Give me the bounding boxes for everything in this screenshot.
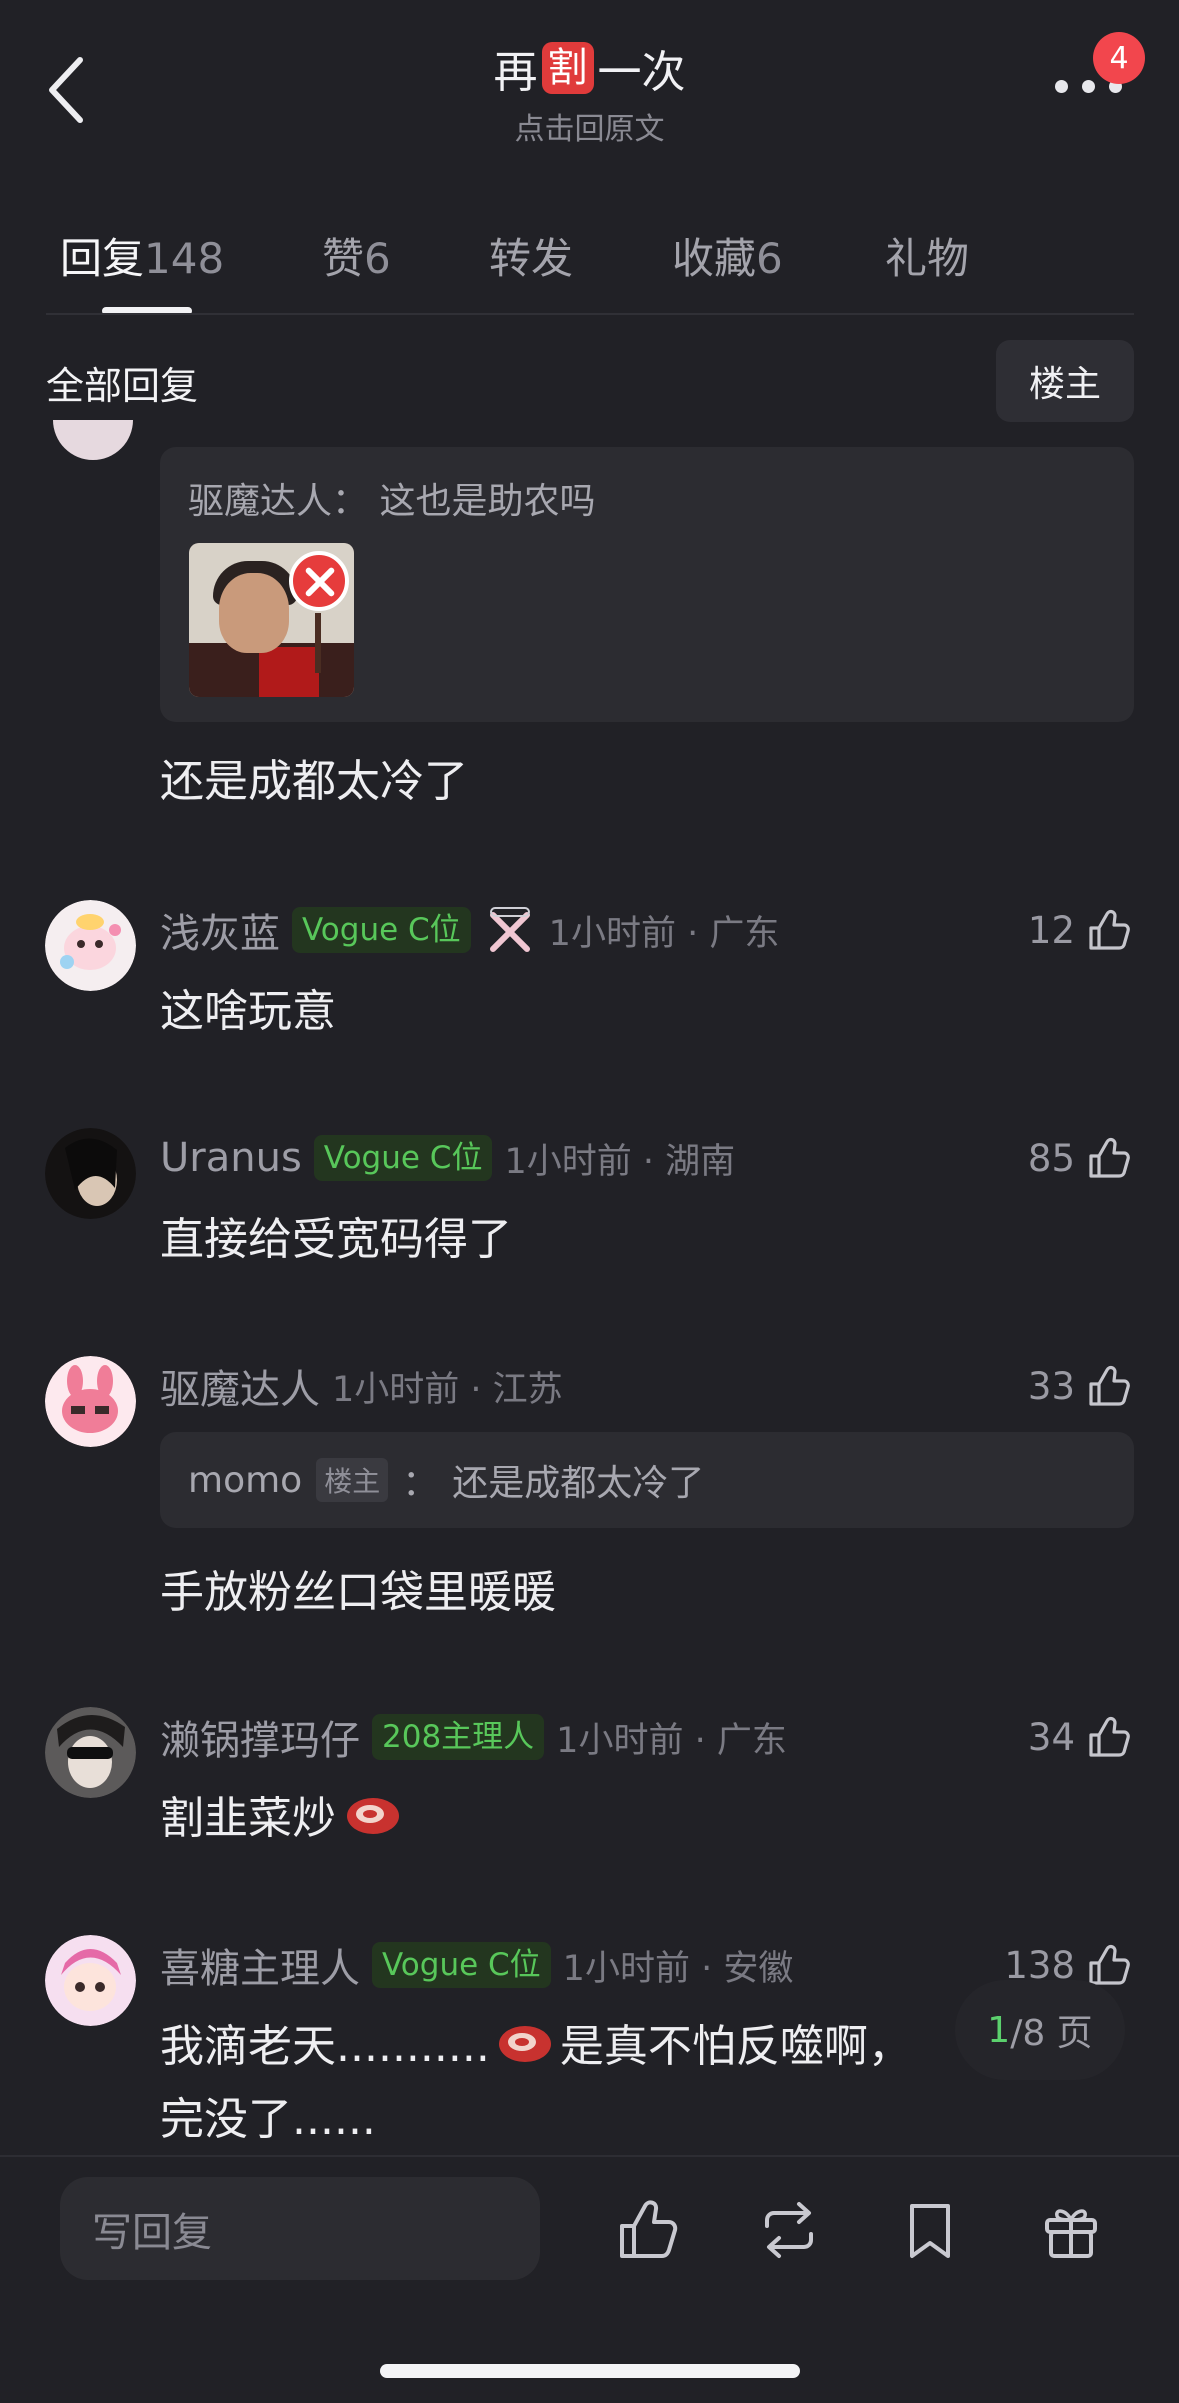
- tab-count: 6: [756, 234, 783, 283]
- username[interactable]: 喜糖主理人: [160, 1936, 360, 1994]
- tab-count: 6: [364, 234, 391, 283]
- quoted-author: 驱魔达人: [188, 481, 333, 522]
- reply-input[interactable]: 写回复: [60, 2177, 540, 2280]
- quoted-author: momo: [188, 1459, 303, 1501]
- title-area[interactable]: 再割一次 点击回原文: [0, 36, 1179, 148]
- divider: [46, 313, 1134, 315]
- current-page: 1: [987, 2009, 1011, 2051]
- comment-text: 我滴老天........... 是真不怕反噬啊，: [160, 2010, 912, 2074]
- comment-meta: 驱魔达人 1小时前 · 江苏: [160, 1356, 563, 1416]
- thumbs-up-icon: [1089, 1137, 1130, 1178]
- thumbs-up-icon: [1089, 1944, 1130, 1985]
- post-title: 再割一次: [494, 36, 686, 100]
- op-badge: 楼主: [316, 1458, 389, 1502]
- avatar[interactable]: [53, 420, 133, 460]
- comment-meta: 喜糖主理人 Vogue C位 1小时前 · 安徽: [160, 1935, 793, 1995]
- tab-favorites[interactable]: 收藏6: [672, 225, 783, 286]
- comment-text-part: 我滴老天...........: [160, 2021, 490, 2072]
- total-pages: /8 页: [1010, 2013, 1093, 2054]
- tab-bar: 回复148 赞6 转发 收藏6 礼物: [0, 215, 1179, 315]
- thumbs-up-icon: [1089, 1716, 1130, 1757]
- user-tag[interactable]: Vogue C位: [292, 907, 471, 953]
- steak-icon: [347, 1798, 399, 1834]
- quoted-image[interactable]: [189, 543, 354, 697]
- title-suffix: 一次: [597, 47, 686, 98]
- comment-text: 这啥玩意: [160, 986, 336, 1037]
- bookmark-icon[interactable]: [896, 2196, 964, 2264]
- thumbs-up-icon: [1089, 1365, 1130, 1406]
- avatar[interactable]: [45, 900, 136, 991]
- comment-meta: 浅灰蓝 Vogue C位 1小时前 · 广东: [160, 900, 779, 960]
- title-prefix: 再: [493, 47, 538, 98]
- like-button[interactable]: 33: [1028, 1356, 1133, 1416]
- timestamp: 1小时前 · 广东: [556, 1720, 787, 1761]
- comment-text: 直接给受宽码得了: [160, 1214, 512, 1265]
- comment-meta: 濑锅撑玛仔 208主理人 1小时前 · 广东: [160, 1707, 787, 1767]
- comment-text-part: 割韭菜炒: [160, 1793, 336, 1844]
- tab-reposts[interactable]: 转发: [489, 225, 573, 286]
- quoted-comment[interactable]: 驱魔达人： 这也是助农吗: [160, 447, 1134, 722]
- title-badge: 割: [541, 42, 594, 94]
- avatar[interactable]: [45, 1356, 136, 1447]
- username[interactable]: Uranus: [160, 1135, 302, 1181]
- username[interactable]: 驱魔达人: [160, 1357, 320, 1415]
- like-button[interactable]: 12: [1028, 900, 1133, 960]
- home-indicator: [380, 2364, 800, 2378]
- crossed-sticks-icon: [489, 907, 530, 952]
- op-only-button[interactable]: 楼主: [996, 340, 1134, 422]
- tab-gifts[interactable]: 礼物: [885, 225, 969, 286]
- thumbs-up-icon[interactable]: [614, 2196, 682, 2264]
- tab-label: 转发: [489, 234, 574, 283]
- thumbs-up-icon: [1089, 909, 1130, 950]
- like-button[interactable]: 85: [1028, 1128, 1133, 1188]
- comment-text-part: 是真不怕反噬啊，: [559, 2021, 912, 2072]
- quoted-comment[interactable]: momo 楼主 ： 还是成都太冷了: [160, 1432, 1134, 1528]
- like-count: 34: [1027, 1715, 1075, 1759]
- back-to-original-link[interactable]: 点击回原文: [0, 104, 1179, 148]
- notification-badge: 4: [1093, 32, 1145, 84]
- tab-count: 148: [144, 234, 225, 283]
- avatar[interactable]: [45, 1935, 136, 2026]
- avatar[interactable]: [45, 1128, 136, 1219]
- divider: [0, 2155, 1179, 2157]
- timestamp: 1小时前 · 安徽: [562, 1948, 794, 1989]
- user-tag[interactable]: 208主理人: [372, 1714, 545, 1760]
- all-replies-label[interactable]: 全部回复: [46, 355, 198, 410]
- tab-replies[interactable]: 回复148: [60, 225, 224, 286]
- avatar[interactable]: [45, 1707, 136, 1798]
- comment-text: 割韭菜炒: [160, 1782, 402, 1846]
- tab-label: 赞: [322, 234, 365, 283]
- top-bar: 再割一次 点击回原文 4: [0, 0, 1179, 190]
- timestamp: 1小时前 · 湖南: [504, 1141, 736, 1182]
- quoted-text: 这也是助农吗: [379, 481, 596, 522]
- user-tag[interactable]: Vogue C位: [372, 1942, 551, 1988]
- dot-icon: [1082, 80, 1095, 93]
- username[interactable]: 浅灰蓝: [160, 901, 280, 959]
- timestamp: 1小时前 · 江苏: [332, 1369, 563, 1410]
- tab-label: 回复: [60, 234, 145, 283]
- comment-text-line2: 完没了......: [160, 2094, 376, 2145]
- tab-label: 礼物: [885, 234, 970, 283]
- steak-icon: [498, 2026, 551, 2062]
- quoted-comment-text: 驱魔达人： 这也是助农吗: [188, 481, 596, 522]
- page-indicator[interactable]: 1/8 页: [955, 1980, 1125, 2080]
- comment-text: 手放粉丝口袋里暖暖: [160, 1567, 556, 1618]
- like-count: 85: [1027, 1136, 1075, 1180]
- like-button[interactable]: 34: [1028, 1707, 1133, 1767]
- dot-icon: [1055, 80, 1068, 93]
- repost-icon[interactable]: [755, 2196, 823, 2264]
- tab-label: 收藏: [672, 234, 757, 283]
- like-count: 12: [1027, 908, 1075, 952]
- user-tag[interactable]: Vogue C位: [313, 1135, 493, 1181]
- comment-text: 还是成都太冷了: [160, 756, 468, 807]
- gift-icon[interactable]: [1037, 2196, 1105, 2264]
- username[interactable]: 濑锅撑玛仔: [160, 1708, 360, 1766]
- tab-likes[interactable]: 赞6: [322, 225, 391, 286]
- timestamp: 1小时前 · 广东: [548, 913, 780, 954]
- like-count: 33: [1027, 1364, 1075, 1408]
- comment-meta: Uranus Vogue C位 1小时前 · 湖南: [160, 1128, 735, 1188]
- quoted-text: 还是成都太冷了: [452, 1463, 705, 1504]
- separator: ：: [402, 1463, 439, 1504]
